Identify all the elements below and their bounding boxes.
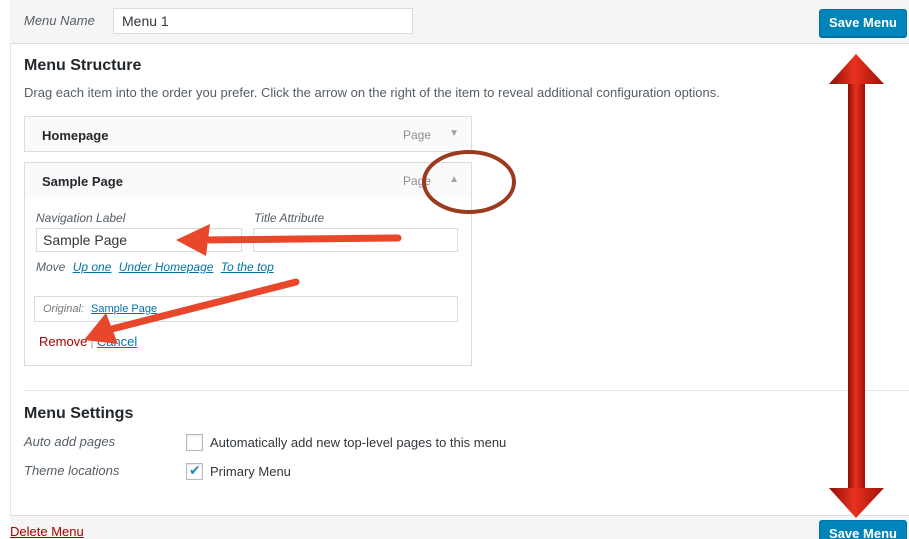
original-label: Original: <box>43 303 84 315</box>
navigation-label-label: Navigation Label <box>36 211 126 225</box>
primary-menu-text: Primary Menu <box>210 464 291 479</box>
menu-settings-title: Menu Settings <box>24 405 134 422</box>
expand-arrow-icon[interactable]: ▼ <box>449 128 459 139</box>
original-box: Original: Sample Page <box>34 296 458 322</box>
move-up-one-link[interactable]: Up one <box>73 260 112 274</box>
menu-item-type: Page <box>402 128 431 142</box>
settings-divider <box>24 390 909 391</box>
move-under-homepage-link[interactable]: Under Homepage <box>119 260 214 274</box>
delete-menu-link[interactable]: Delete Menu <box>10 524 84 539</box>
action-separator: | <box>90 334 94 349</box>
menu-structure-description: Drag each item into the order you prefer… <box>24 85 720 100</box>
menu-item-title: Homepage <box>42 128 109 143</box>
menu-name-input[interactable] <box>113 8 413 34</box>
collapse-arrow-icon[interactable]: ▲ <box>449 174 459 185</box>
auto-add-pages-checkbox[interactable] <box>186 434 203 451</box>
save-menu-button-top[interactable]: Save Menu <box>819 9 907 37</box>
title-attribute-label: Title Attribute <box>254 211 325 225</box>
menu-item-settings-panel: Navigation Label Title Attribute Move Up… <box>24 197 472 366</box>
title-attribute-input[interactable] <box>253 228 458 252</box>
move-to-top-link[interactable]: To the top <box>221 260 274 274</box>
checkmark-icon: ✔ <box>189 462 201 478</box>
cancel-link[interactable]: Cancel <box>97 334 137 349</box>
menu-item-title: Sample Page <box>42 174 123 189</box>
save-menu-button-bottom[interactable]: Save Menu <box>819 520 907 539</box>
menu-item-sample-page[interactable]: Sample Page Page ▲ <box>24 162 472 198</box>
remove-link[interactable]: Remove <box>39 334 87 349</box>
theme-locations-label: Theme locations <box>24 463 120 478</box>
auto-add-pages-label: Auto add pages <box>24 434 116 449</box>
content-border <box>10 44 11 515</box>
move-row: Move Up one Under Homepage To the top <box>36 260 274 274</box>
original-link[interactable]: Sample Page <box>91 303 157 315</box>
menu-name-label: Menu Name <box>24 13 95 28</box>
auto-add-pages-text: Automatically add new top-level pages to… <box>210 435 507 450</box>
move-label: Move <box>36 260 66 274</box>
menu-header: Menu Name <box>10 0 909 44</box>
annotation-double-arrow <box>829 54 884 518</box>
item-actions: Remove | Cancel <box>39 334 137 349</box>
menu-item-type: Page <box>402 174 431 188</box>
navigation-label-input[interactable] <box>36 228 242 252</box>
menu-item-homepage[interactable]: Homepage Page ▼ <box>24 116 472 152</box>
menu-footer: Delete Menu <box>10 515 909 539</box>
menu-structure-title: Menu Structure <box>24 57 142 74</box>
primary-menu-checkbox[interactable]: ✔ <box>186 462 203 480</box>
